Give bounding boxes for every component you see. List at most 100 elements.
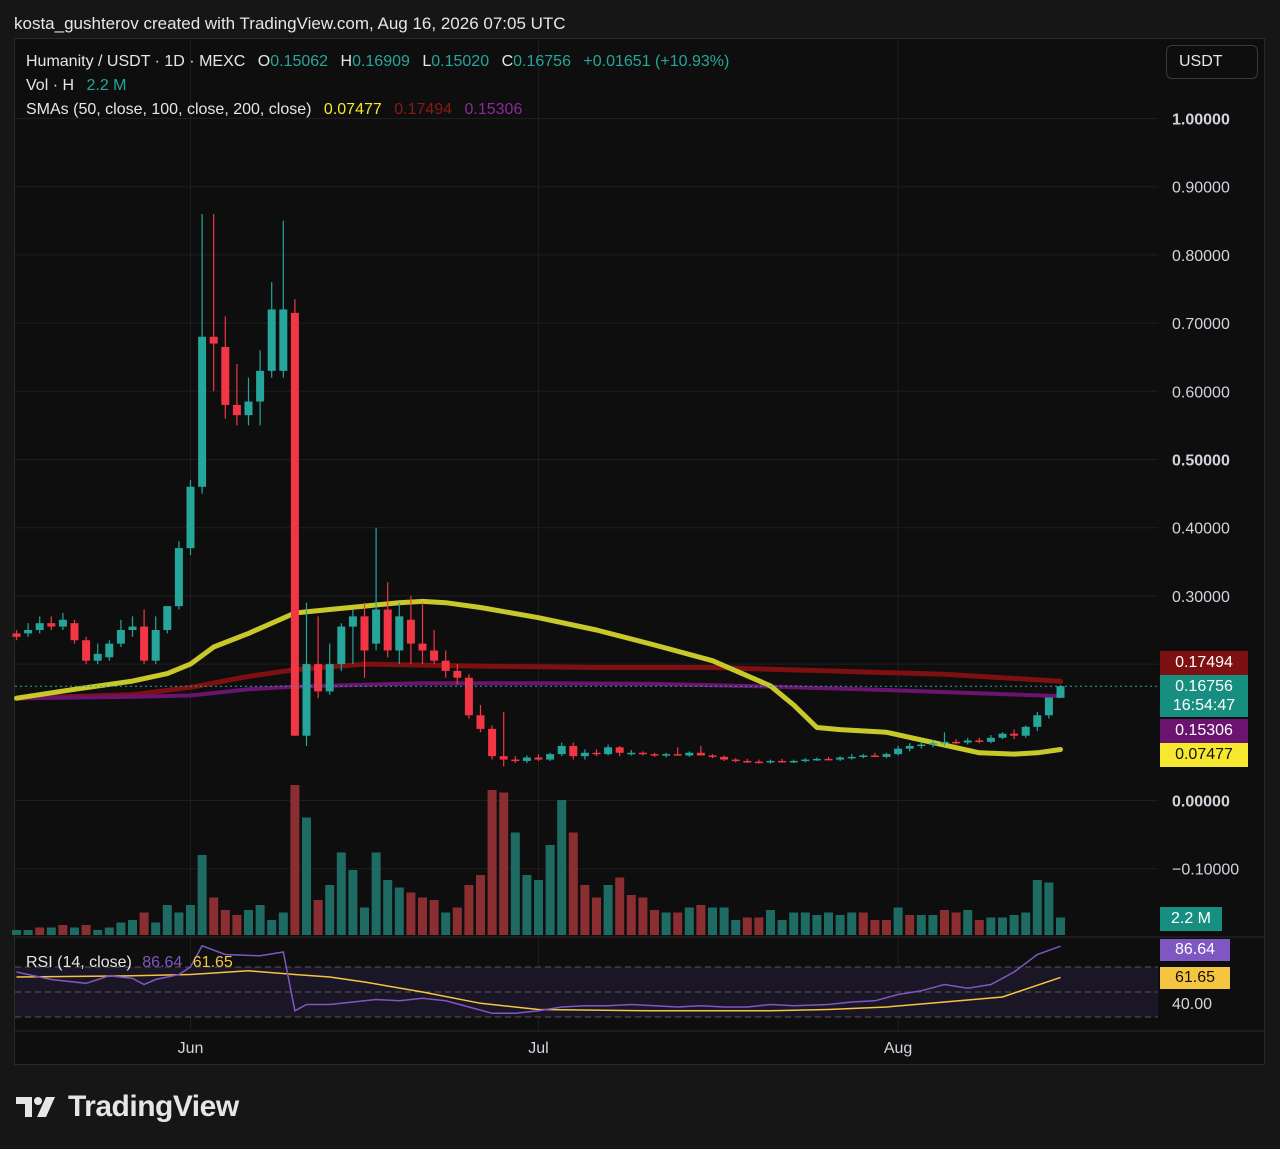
candle-body xyxy=(430,650,439,661)
volume-bar xyxy=(209,897,219,935)
y-tick-label: 0.00000 xyxy=(1172,794,1230,811)
rsi-legend: RSI (14, close) 86.64 61.65 xyxy=(26,954,233,972)
volume-bar xyxy=(638,897,648,935)
low-label: L xyxy=(422,53,432,70)
volume-bar xyxy=(104,927,114,935)
candle-body xyxy=(662,754,671,756)
volume-bar xyxy=(789,912,799,935)
y-tick-label: 0.40000 xyxy=(1172,521,1230,538)
candle-body xyxy=(232,404,241,416)
volume-bar xyxy=(23,930,33,935)
volume-bar xyxy=(673,912,683,935)
candle-body xyxy=(917,744,926,747)
volume-bar xyxy=(650,910,659,935)
sma50-price-tag: 0.07477 xyxy=(1160,743,1248,767)
rsi-value: 86.64 xyxy=(142,954,183,971)
volume-bar xyxy=(278,912,288,935)
y-tick-label: 0.60000 xyxy=(1172,384,1230,401)
volume-bar xyxy=(464,885,474,935)
volume-label[interactable]: Vol · H xyxy=(26,77,74,94)
candle-body xyxy=(267,309,276,371)
candle-body xyxy=(522,757,531,761)
candle-body xyxy=(836,757,845,760)
price-chart[interactable]: 1.00000 0.90000 0.80000 0.70000 0.60000 0.500… xyxy=(0,0,1280,1149)
volume-bar xyxy=(963,910,973,935)
candle-body xyxy=(279,309,288,371)
volume-bar xyxy=(452,907,462,935)
candle-body xyxy=(778,760,787,763)
currency-button[interactable]: USDT xyxy=(1166,45,1258,79)
volume-bar xyxy=(360,907,369,935)
candle-body xyxy=(743,760,752,763)
volume-bar xyxy=(893,907,903,935)
volume-bar xyxy=(1056,917,1065,935)
candle-body xyxy=(534,757,543,760)
candle-body xyxy=(174,548,183,607)
volume-bar xyxy=(580,885,590,935)
volume-bar xyxy=(940,910,949,935)
candle-body xyxy=(627,752,636,755)
volume-bar xyxy=(568,832,578,935)
volume-bar xyxy=(93,930,103,935)
rsi-tag: 86.64 xyxy=(1160,939,1230,961)
volume-bar xyxy=(499,792,509,935)
tradingview-logo-icon xyxy=(16,1097,55,1117)
candle-body xyxy=(650,754,659,756)
volume-bar xyxy=(742,917,752,935)
volume-bar xyxy=(162,905,172,935)
candle-body xyxy=(894,748,903,755)
volume-bar xyxy=(70,927,79,935)
volume-bar xyxy=(928,915,938,935)
candle-body xyxy=(406,619,415,644)
volume-bar xyxy=(905,915,915,935)
volume-bar xyxy=(487,790,497,935)
candle-body xyxy=(476,715,485,729)
candle-body xyxy=(186,486,195,549)
candle-body xyxy=(244,401,253,416)
candle-body xyxy=(870,755,879,757)
volume-bar xyxy=(244,910,253,935)
open-value: 0.15062 xyxy=(270,53,329,70)
volume-bar xyxy=(35,927,45,935)
volume-bar xyxy=(661,912,671,935)
last-price-value: 0.16756 xyxy=(1175,678,1233,695)
volume-bar xyxy=(777,920,787,935)
candle-body xyxy=(546,754,555,760)
sma-label[interactable]: SMAs (50, close, 100, close, 200, close) xyxy=(26,101,311,118)
symbol-label[interactable]: Humanity / USDT · 1D · MEXC xyxy=(26,53,245,70)
candle-body xyxy=(116,630,125,644)
candle-body xyxy=(928,743,937,745)
candle-body xyxy=(754,761,763,764)
candle-body xyxy=(24,630,33,634)
candle-body xyxy=(93,653,102,661)
candle-body xyxy=(998,733,1007,738)
volume-bar xyxy=(719,907,729,935)
volume-bar xyxy=(394,887,404,935)
close-label: C xyxy=(501,53,514,70)
tradingview-logo[interactable]: TradingView xyxy=(16,1090,239,1124)
volume-value: 2.2 M xyxy=(86,77,127,94)
candle-body xyxy=(685,752,694,756)
candle-body xyxy=(986,737,995,742)
candle-body xyxy=(615,747,624,753)
sma100-price-tag: 0.17494 xyxy=(1160,651,1248,675)
volume-bar xyxy=(603,885,613,935)
volume-bar xyxy=(197,855,207,935)
volume-tag: 2.2 M xyxy=(1160,907,1222,931)
sma200-price-tag: 0.15306 xyxy=(1160,719,1248,743)
candle-body xyxy=(557,745,566,755)
candle-body xyxy=(952,741,961,744)
rsi-label[interactable]: RSI (14, close) xyxy=(26,954,132,971)
volume-bar xyxy=(46,927,56,935)
volume-bar xyxy=(684,907,694,935)
y-tick-label: −0.10000 xyxy=(1172,862,1239,879)
volume-bar xyxy=(708,907,717,935)
volume-bar xyxy=(510,832,520,935)
volume-bar xyxy=(974,920,984,935)
volume-bar xyxy=(174,912,184,935)
candle-body xyxy=(58,619,67,627)
candle-body xyxy=(453,670,462,678)
sma200-value: 0.15306 xyxy=(464,101,523,118)
candle-body xyxy=(325,664,334,692)
y-tick-label: 0.90000 xyxy=(1172,180,1230,197)
